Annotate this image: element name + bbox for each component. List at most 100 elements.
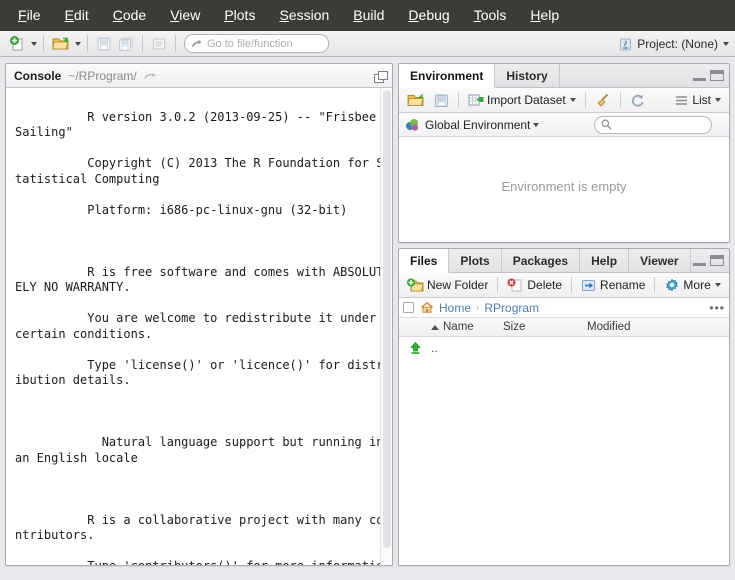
console-line: R version 3.0.2 (2013-09-25) -- "Frisbee…: [15, 109, 377, 140]
toolbar-separator: [43, 35, 44, 52]
toolbar-separator: [175, 35, 176, 52]
save-all-button[interactable]: [115, 33, 137, 55]
global-environment-label: Global Environment: [425, 117, 531, 132]
breadcrumb-rprogram[interactable]: RProgram: [484, 301, 539, 315]
toolbar-separator: [142, 35, 143, 52]
menu-item-debug[interactable]: Debug: [396, 4, 461, 27]
up-arrow-green-icon: [399, 341, 425, 356]
new-folder-button[interactable]: New Folder: [403, 275, 492, 296]
more-button[interactable]: More: [660, 275, 724, 296]
print-icon: [151, 36, 167, 52]
print-button[interactable]: [148, 33, 170, 55]
menu-item-plots[interactable]: Plots: [212, 4, 267, 27]
environment-search-input[interactable]: [594, 115, 713, 134]
sort-ascending-icon: [431, 324, 439, 330]
left-column: Console ~/RProgram/ R version 3.0.2 (201…: [5, 63, 393, 566]
project-label: Project: (None): [637, 37, 718, 51]
new-document-button[interactable]: [6, 33, 29, 55]
menu-item-tools[interactable]: Tools: [462, 4, 519, 27]
clear-workspace-button[interactable]: [591, 90, 615, 111]
breadcrumb-home[interactable]: Home: [439, 301, 471, 315]
menu-bar: File Edit Code View Plots Session Build …: [0, 0, 735, 31]
import-dataset-label: Import Dataset: [487, 93, 566, 107]
delete-button[interactable]: Delete: [503, 275, 566, 296]
console-line: R is free software and comes with ABSOLU…: [15, 264, 384, 295]
tab-environment[interactable]: Environment: [399, 64, 496, 88]
maximize-icon[interactable]: [710, 70, 724, 81]
save-workspace-button[interactable]: [430, 90, 453, 111]
save-button[interactable]: [93, 33, 115, 55]
chevron-down-icon: [715, 98, 721, 102]
import-dataset-icon: [468, 93, 484, 108]
refresh-environment-button[interactable]: [626, 90, 649, 111]
delete-label: Delete: [527, 278, 563, 292]
menu-item-help[interactable]: Help: [518, 4, 571, 27]
console-working-directory: ~/RProgram/: [68, 68, 137, 83]
console-text: R version 3.0.2 (2013-09-25) -- "Frisbee…: [15, 94, 390, 566]
new-document-dropdown[interactable]: [29, 33, 38, 55]
rename-label: Rename: [600, 278, 646, 292]
chevron-down-icon: [714, 283, 721, 287]
gear-icon: [664, 278, 680, 293]
popout-window-icon[interactable]: [374, 70, 388, 83]
files-table-header: Name Size Modified: [399, 318, 729, 337]
tab-plots[interactable]: Plots: [449, 249, 502, 272]
console-line: Type 'contributors()' for more informati…: [15, 559, 383, 565]
load-workspace-button[interactable]: [403, 90, 429, 111]
open-folder-icon: [52, 35, 70, 52]
environment-body: Environment is empty: [399, 137, 729, 242]
files-header-size[interactable]: Size: [497, 321, 581, 333]
save-icon: [96, 36, 112, 52]
menu-item-file[interactable]: File: [6, 4, 53, 27]
maximize-icon[interactable]: [710, 255, 724, 266]
open-folder-button[interactable]: [49, 33, 73, 55]
open-file-dropdown[interactable]: [73, 33, 82, 55]
menu-item-build[interactable]: Build: [341, 4, 396, 27]
goto-arrow-icon: [191, 38, 203, 50]
import-dataset-button[interactable]: Import Dataset: [464, 90, 580, 111]
files-header-name[interactable]: Name: [425, 321, 497, 333]
goto-file-function-input[interactable]: Go to file/function: [184, 34, 329, 53]
delete-x-icon: [507, 278, 524, 293]
menu-item-edit[interactable]: Edit: [53, 4, 101, 27]
curved-arrow-icon[interactable]: [143, 70, 158, 82]
environment-view-button[interactable]: List: [670, 90, 725, 111]
save-all-icon: [118, 36, 134, 52]
minimize-icon[interactable]: [693, 71, 706, 81]
files-header-modified[interactable]: Modified: [581, 321, 729, 333]
console-line: R is a collaborative project with many c…: [15, 512, 384, 543]
refresh-icon: [630, 93, 645, 108]
home-icon[interactable]: [420, 301, 434, 314]
console-output-area[interactable]: R version 3.0.2 (2013-09-25) -- "Frisbee…: [6, 88, 392, 565]
console-title: Console: [14, 68, 62, 83]
environment-selector-row: Global Environment: [399, 113, 729, 137]
new-folder-label: New Folder: [427, 278, 489, 292]
chevron-down-icon: [74, 41, 81, 46]
breadcrumb-more-button[interactable]: •••: [709, 301, 725, 315]
project-selector[interactable]: Project: (None): [618, 31, 729, 57]
files-pane: Files Plots Packages Help Viewer New Fol…: [398, 248, 730, 566]
rename-button[interactable]: Rename: [577, 275, 649, 296]
tab-files[interactable]: Files: [399, 249, 450, 273]
chevron-down-icon[interactable]: [723, 42, 729, 46]
menu-item-session[interactable]: Session: [267, 4, 341, 27]
tab-help[interactable]: Help: [580, 249, 630, 272]
menu-item-view[interactable]: View: [158, 4, 212, 27]
file-name[interactable]: ..: [425, 341, 438, 355]
files-window-buttons: [693, 249, 724, 272]
minimize-icon[interactable]: [693, 256, 706, 266]
tab-packages[interactable]: Packages: [502, 249, 581, 272]
environment-empty-message: Environment is empty: [501, 179, 627, 194]
tab-history[interactable]: History: [495, 64, 560, 87]
console-line: Platform: i686-pc-linux-gnu (32-bit): [87, 202, 348, 217]
console-scrollbar[interactable]: [380, 88, 392, 565]
table-row[interactable]: ..: [399, 337, 729, 359]
select-all-checkbox[interactable]: [403, 302, 414, 313]
global-environment-selector[interactable]: Global Environment: [405, 117, 540, 132]
console-scrollbar-thumb[interactable]: [383, 90, 391, 548]
files-list-body[interactable]: ..: [399, 337, 729, 565]
tab-viewer[interactable]: Viewer: [629, 249, 691, 272]
goto-placeholder-text: Go to file/function: [207, 37, 293, 50]
project-cube-icon: [618, 37, 633, 52]
menu-item-code[interactable]: Code: [101, 4, 158, 27]
